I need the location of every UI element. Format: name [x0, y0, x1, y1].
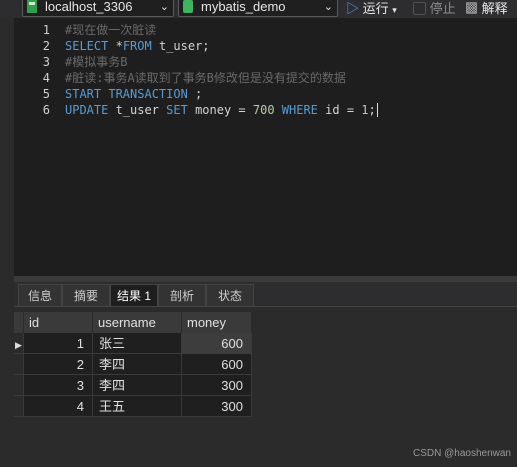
line-number: 5 — [42, 87, 50, 101]
tab-info[interactable]: 信息 — [18, 284, 62, 306]
line-number: 2 — [42, 39, 50, 53]
stop-button[interactable]: ▢ 停止 — [413, 0, 456, 17]
run-label: 运行 — [362, 1, 389, 16]
line-number: 6 — [42, 103, 50, 117]
explain-button[interactable]: ▩ 解释 — [465, 0, 508, 17]
connection-select[interactable]: localhost_3306 ⌄ — [22, 0, 174, 17]
code-line: #现在做一次脏读 — [65, 23, 157, 37]
explain-icon: ▩ — [465, 1, 479, 16]
play-icon: ▷ — [346, 1, 360, 16]
column-header-id[interactable]: id — [24, 312, 93, 333]
column-header-money[interactable]: money — [182, 312, 252, 333]
row-selector[interactable]: ▶ — [14, 333, 24, 354]
table-cell[interactable]: 李四 — [93, 375, 182, 396]
watermark: CSDN @haoshenwan — [413, 448, 511, 459]
table-cell[interactable]: 2 — [24, 354, 93, 375]
connection-label: localhost_3306 — [45, 0, 133, 14]
code-line: START TRANSACTION ; — [65, 87, 203, 101]
table-cell[interactable]: 300 — [182, 396, 252, 417]
table-cell[interactable]: 300 — [182, 375, 252, 396]
table-cell[interactable]: 王五 — [93, 396, 182, 417]
table-cell[interactable]: 600 — [182, 333, 252, 354]
toolbar: localhost_3306 ⌄ mybatis_demo ⌄ ▷ 运行 ▾ ▢… — [0, 0, 517, 18]
chevron-down-icon: ▾ — [392, 5, 397, 15]
row-selector[interactable] — [14, 375, 24, 396]
row-selector[interactable] — [14, 354, 24, 375]
tab-summary[interactable]: 摘要 — [62, 284, 110, 306]
connection-icon — [27, 0, 37, 13]
table-cell[interactable]: 3 — [24, 375, 93, 396]
left-sidebar-strip — [0, 18, 15, 467]
line-number: 4 — [42, 71, 50, 85]
code-line: #模拟事务B — [65, 55, 128, 69]
tab-status[interactable]: 状态 — [206, 284, 254, 306]
table-cell[interactable]: 1 — [24, 333, 93, 354]
table-cell[interactable]: 4 — [24, 396, 93, 417]
stop-icon: ▢ — [413, 1, 427, 16]
database-select[interactable]: mybatis_demo ⌄ — [178, 0, 338, 17]
table-cell[interactable]: 李四 — [93, 354, 182, 375]
line-number: 3 — [42, 55, 50, 69]
sql-editor[interactable]: 1 2 3 4 5 6 #现在做一次脏读 SELECT *FROM t_user… — [14, 18, 517, 276]
code-line: UPDATE t_user SET money = 700 WHERE id =… — [65, 103, 378, 117]
result-panel: 信息 摘要 结果 1 剖析 状态 id username money ▶ 1 张… — [14, 282, 517, 467]
tab-profile[interactable]: 剖析 — [158, 284, 206, 306]
chevron-down-icon: ⌄ — [159, 1, 169, 13]
database-label: mybatis_demo — [201, 0, 286, 14]
database-icon — [183, 0, 193, 13]
table-cell[interactable]: 600 — [182, 354, 252, 375]
result-tabs: 信息 摘要 结果 1 剖析 状态 — [14, 282, 517, 307]
line-number: 1 — [42, 23, 50, 37]
explain-label: 解释 — [481, 1, 508, 16]
code-line: SELECT *FROM t_user; — [65, 39, 210, 53]
text-cursor — [376, 103, 378, 117]
code-line: #脏读:事务A读取到了事务B修改但是没有提交的数据 — [65, 71, 346, 85]
row-selector[interactable] — [14, 396, 24, 417]
current-row-icon: ▶ — [15, 340, 22, 350]
row-selector-header — [14, 312, 24, 333]
column-header-username[interactable]: username — [93, 312, 182, 333]
table-cell[interactable]: 张三 — [93, 333, 182, 354]
stop-label: 停止 — [429, 1, 456, 16]
run-button[interactable]: ▷ 运行 ▾ — [346, 0, 397, 17]
line-number-gutter: 1 2 3 4 5 6 — [14, 18, 50, 276]
tab-result-1[interactable]: 结果 1 — [110, 284, 158, 306]
chevron-down-icon: ⌄ — [323, 1, 333, 13]
